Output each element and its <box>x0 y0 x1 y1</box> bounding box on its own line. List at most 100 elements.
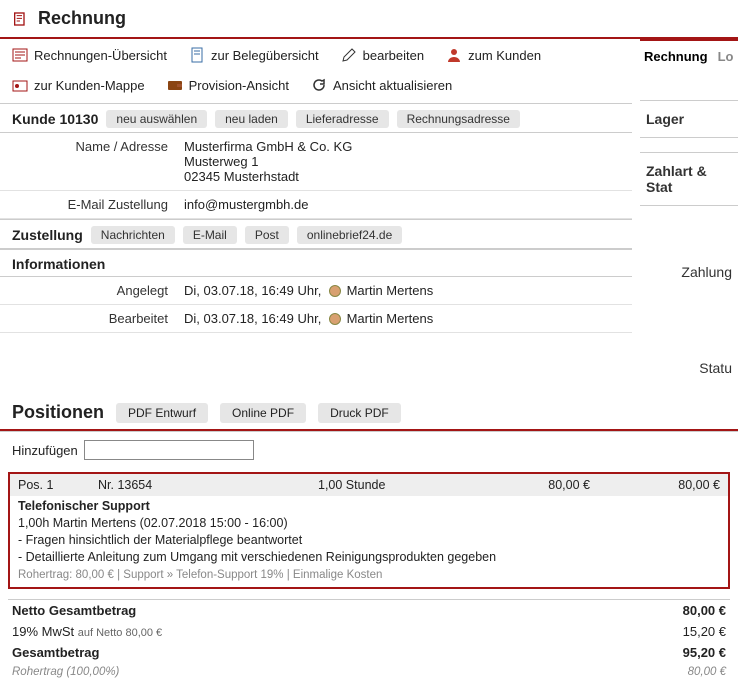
label: Provision-Ansicht <box>189 78 289 93</box>
edit-button[interactable]: bearbeiten <box>341 47 424 63</box>
label-angelegt: Angelegt <box>0 277 180 304</box>
label: Gesamtbetrag <box>12 645 636 660</box>
side-lager[interactable]: Lager <box>640 100 738 138</box>
chip-rechnungsadresse[interactable]: Rechnungsadresse <box>397 110 520 128</box>
toolbar: Rechnungen-Übersicht zur Belegübersicht … <box>0 39 632 103</box>
pos-line1: 1,00h Martin Mertens (02.07.2018 15:00 -… <box>18 515 720 532</box>
chip-lieferadresse[interactable]: Lieferadresse <box>296 110 389 128</box>
delivery-header: Zustellung Nachrichten E-Mail Post onlin… <box>0 219 632 249</box>
chip-email[interactable]: E-Mail <box>183 226 237 244</box>
angelegt-by: Martin Mertens <box>347 283 434 298</box>
tab-log[interactable]: Lo <box>718 49 734 64</box>
value: 80,00 € <box>636 666 726 678</box>
row-email: E-Mail Zustellung info@mustergmbh.de <box>0 191 632 219</box>
side-status[interactable]: Statu <box>640 350 738 386</box>
customer-street: Musterweg 1 <box>184 154 628 169</box>
add-input[interactable] <box>84 440 254 460</box>
refresh-icon <box>311 77 327 93</box>
label: Ansicht aktualisieren <box>333 78 452 93</box>
to-customer-button[interactable]: zum Kunden <box>446 47 541 63</box>
delivery-header-label: Zustellung <box>12 227 83 243</box>
side-zahlung[interactable]: Zahlung <box>640 254 738 290</box>
label: Rechnungen-Übersicht <box>34 48 167 63</box>
positions-header: Positionen PDF Entwurf Online PDF Druck … <box>0 386 738 429</box>
tab-rechnung[interactable]: Rechnung <box>644 49 708 64</box>
customer-header: Kunde 10130 neu auswählen neu laden Lief… <box>0 103 632 133</box>
bearb-by: Martin Mertens <box>347 311 434 326</box>
avatar-icon <box>329 313 341 325</box>
label: Netto Gesamtbetrag <box>12 603 636 618</box>
druck-pdf-button[interactable]: Druck PDF <box>318 403 401 423</box>
pos-title: Telefonischer Support <box>18 498 720 515</box>
pos-nr: Nr. 13654 <box>98 478 318 492</box>
list-icon <box>12 47 28 63</box>
invoices-overview-button[interactable]: Rechnungen-Übersicht <box>12 47 167 63</box>
total-rohertrag: Rohertrag (100,00%) 80,00 € <box>8 663 730 681</box>
add-label: Hinzufügen <box>12 443 78 458</box>
label: zum Kunden <box>468 48 541 63</box>
customer-folder-button[interactable]: zur Kunden-Mappe <box>12 77 145 93</box>
value: 80,00 € <box>636 603 726 618</box>
side-zahlart[interactable]: Zahlart & Stat <box>640 152 738 206</box>
chip-nachrichten[interactable]: Nachrichten <box>91 226 175 244</box>
position-body: Telefonischer Support 1,00h Martin Merte… <box>10 496 728 587</box>
label: Rohertrag (100,00%) <box>12 666 636 678</box>
side-tabs: Rechnung Lo <box>640 41 738 72</box>
customer-name: Musterfirma GmbH & Co. KG <box>184 139 628 154</box>
chip-onlinebrief[interactable]: onlinebrief24.de <box>297 226 402 244</box>
pos-number: Pos. 1 <box>18 478 98 492</box>
invoice-icon <box>12 11 28 27</box>
position-item[interactable]: Pos. 1 Nr. 13654 1,00 Stunde 80,00 € 80,… <box>8 472 730 589</box>
folder-icon <box>12 77 28 93</box>
pos-total: 80,00 € <box>630 478 720 492</box>
positions-title: Positionen <box>12 402 104 423</box>
label: 19% MwSt auf Netto 80,00 € <box>12 624 636 639</box>
row-bearbeitet: Bearbeitet Di, 03.07.18, 16:49 Uhr, Mart… <box>0 305 632 333</box>
value: 95,20 € <box>636 645 726 660</box>
totals: Netto Gesamtbetrag 80,00 € 19% MwSt auf … <box>8 599 730 681</box>
value-bearbeitet: Di, 03.07.18, 16:49 Uhr, Martin Mertens <box>180 305 632 332</box>
customer-city: 02345 Musterhstadt <box>184 169 628 184</box>
chip-neu-laden[interactable]: neu laden <box>215 110 288 128</box>
customer-header-label: Kunde 10130 <box>12 111 98 127</box>
total-gesamt: Gesamtbetrag 95,20 € <box>8 642 730 663</box>
label: zur Kunden-Mappe <box>34 78 145 93</box>
chip-neu-auswaehlen[interactable]: neu auswählen <box>106 110 207 128</box>
refresh-button[interactable]: Ansicht aktualisieren <box>311 77 452 93</box>
label-bearbeitet: Bearbeitet <box>0 305 180 332</box>
pencil-icon <box>341 47 357 63</box>
pos-meta: Rohertrag: 80,00 € | Support » Telefon-S… <box>18 568 720 584</box>
pos-line3: - Detaillierte Anleitung zum Umgang mit … <box>18 549 720 566</box>
beleg-overview-button[interactable]: zur Belegübersicht <box>189 47 319 63</box>
wallet-icon <box>167 77 183 93</box>
label: bearbeiten <box>363 48 424 63</box>
value-name-address: Musterfirma GmbH & Co. KG Musterweg 1 02… <box>180 133 632 190</box>
value-email: info@mustergmbh.de <box>180 191 632 218</box>
label: zur Belegübersicht <box>211 48 319 63</box>
bearb-date: Di, 03.07.18, 16:49 Uhr, <box>184 311 321 326</box>
document-icon <box>189 47 205 63</box>
avatar-icon <box>329 285 341 297</box>
person-icon <box>446 47 462 63</box>
row-name-address: Name / Adresse Musterfirma GmbH & Co. KG… <box>0 133 632 191</box>
info-header: Informationen <box>0 249 632 277</box>
label-email: E-Mail Zustellung <box>0 191 180 218</box>
angelegt-date: Di, 03.07.18, 16:49 Uhr, <box>184 283 321 298</box>
value-angelegt: Di, 03.07.18, 16:49 Uhr, Martin Mertens <box>180 277 632 304</box>
chip-post[interactable]: Post <box>245 226 289 244</box>
page-title-text: Rechnung <box>38 8 126 29</box>
pdf-entwurf-button[interactable]: PDF Entwurf <box>116 403 208 423</box>
value: 15,20 € <box>636 624 726 639</box>
online-pdf-button[interactable]: Online PDF <box>220 403 306 423</box>
row-angelegt: Angelegt Di, 03.07.18, 16:49 Uhr, Martin… <box>0 277 632 305</box>
provision-view-button[interactable]: Provision-Ansicht <box>167 77 289 93</box>
info-header-label: Informationen <box>12 256 105 272</box>
position-summary: Pos. 1 Nr. 13654 1,00 Stunde 80,00 € 80,… <box>10 474 728 496</box>
pos-price: 80,00 € <box>478 478 630 492</box>
page-title: Rechnung <box>0 0 738 37</box>
total-netto: Netto Gesamtbetrag 80,00 € <box>8 600 730 621</box>
add-row: Hinzufügen <box>0 431 738 468</box>
label-name-address: Name / Adresse <box>0 133 180 190</box>
pos-qty: 1,00 Stunde <box>318 478 478 492</box>
pos-line2: - Fragen hinsichtlich der Materialpflege… <box>18 532 720 549</box>
